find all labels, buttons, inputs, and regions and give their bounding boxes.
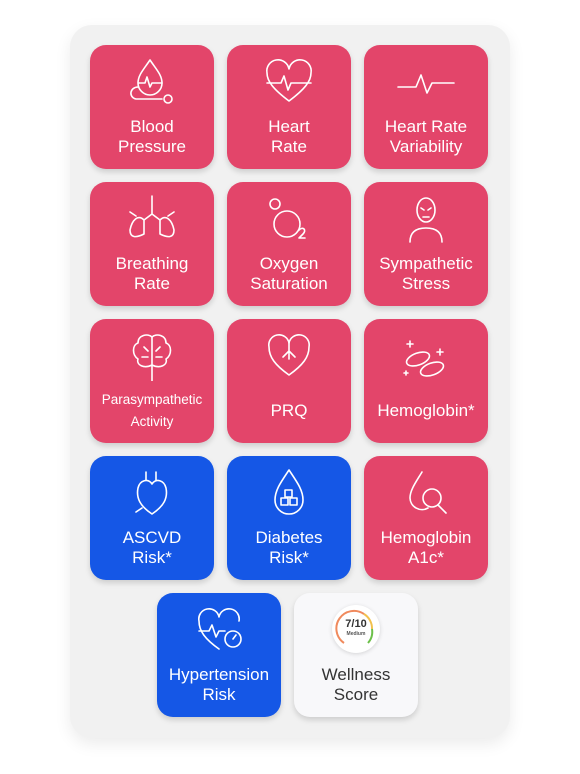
- blood-pressure-icon: [122, 57, 182, 107]
- tile-breathing-rate[interactable]: Breathing Rate: [90, 182, 214, 306]
- tile-oxygen-saturation[interactable]: Oxygen Saturation: [227, 182, 351, 306]
- pulse-wave-icon: [396, 57, 456, 107]
- tile-label: Wellness Score: [321, 665, 391, 704]
- tile-heart-rate[interactable]: Heart Rate: [227, 45, 351, 169]
- tile-label: Hemoglobin A1c*: [380, 528, 472, 567]
- tile-label: Breathing Rate: [115, 254, 189, 293]
- tile-label: Hemoglobin*: [377, 401, 475, 420]
- tile-label: Blood Pressure: [117, 117, 187, 156]
- drop-magnifier-icon: [396, 468, 456, 518]
- tile-hypertension-risk[interactable]: Hypertension Risk: [157, 593, 281, 717]
- tile-label: PRQ: [270, 401, 308, 420]
- stressed-person-icon: [396, 194, 456, 244]
- tile-label: Heart Rate Variability: [384, 117, 468, 156]
- tile-hrv[interactable]: Heart Rate Variability: [364, 45, 488, 169]
- lungs-icon: [122, 194, 182, 244]
- tile-hemoglobin-a1c[interactable]: Hemoglobin A1c*: [364, 456, 488, 580]
- heart-arteries-icon: [122, 468, 182, 518]
- tile-ascvd-risk[interactable]: ASCVD Risk*: [90, 456, 214, 580]
- oxygen-o2-icon: [259, 194, 319, 244]
- sugar-drop-icon: [259, 468, 319, 518]
- tile-label: Heart Rate: [268, 117, 310, 156]
- heart-gauge-icon: [189, 605, 249, 655]
- tile-hemoglobin[interactable]: Hemoglobin*: [364, 319, 488, 443]
- tile-wellness-score[interactable]: 7/10 Medium Wellness Score: [294, 593, 418, 717]
- tile-label: Oxygen Saturation: [250, 254, 328, 293]
- red-blood-cells-icon: [396, 331, 456, 381]
- tile-label: Hypertension Risk: [168, 665, 270, 704]
- wellness-score-value: 7/10: [345, 618, 367, 630]
- tile-label: ASCVD Risk*: [122, 528, 182, 567]
- brain-icon: [122, 331, 182, 382]
- tile-prq[interactable]: PRQ: [227, 319, 351, 443]
- wellness-score-level: Medium: [346, 631, 366, 637]
- heart-rate-icon: [259, 57, 319, 107]
- tile-label: Sympathetic Stress: [379, 254, 473, 293]
- tile-parasympathetic-activity[interactable]: Parasympathetic Activity: [90, 319, 214, 443]
- tile-blood-pressure[interactable]: Blood Pressure: [90, 45, 214, 169]
- tile-sympathetic-stress[interactable]: Sympathetic Stress: [364, 182, 488, 306]
- tile-label: Diabetes Risk*: [255, 528, 323, 567]
- tile-label: Parasympathetic Activity: [101, 392, 203, 429]
- score-gauge-icon: 7/10 Medium: [332, 605, 380, 653]
- tile-diabetes-risk[interactable]: Diabetes Risk*: [227, 456, 351, 580]
- heart-lungs-icon: [259, 331, 319, 381]
